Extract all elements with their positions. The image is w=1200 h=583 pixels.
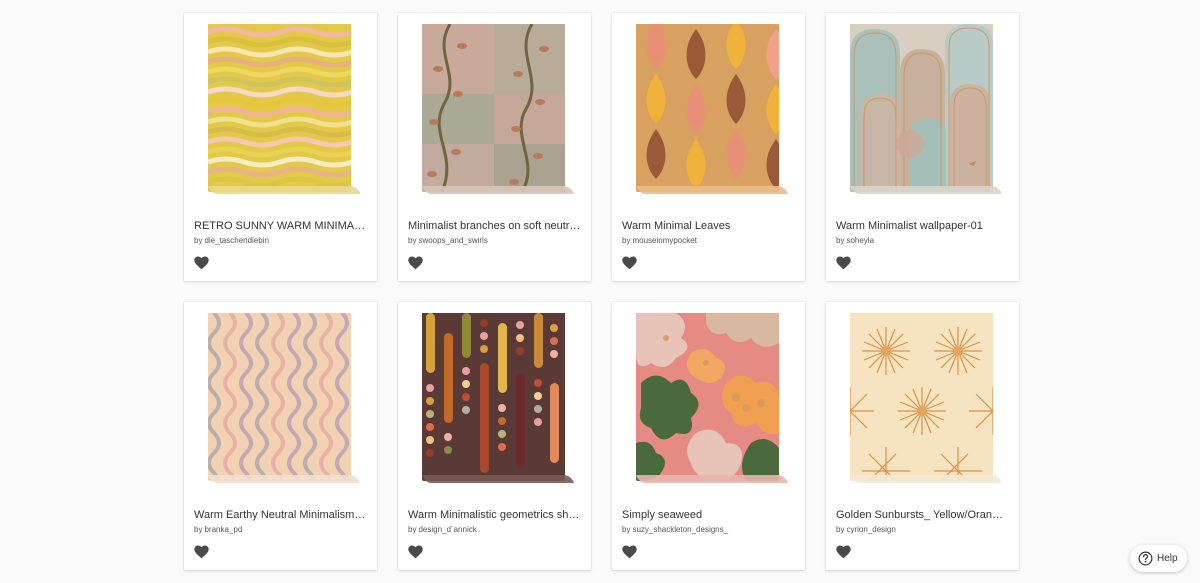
product-card[interactable]: Warm Earthy Neutral Minimalism - waves b… (184, 302, 377, 570)
heart-icon[interactable] (836, 545, 851, 559)
wallpaper-roll-image[interactable] (208, 24, 360, 196)
wallpaper-roll-image[interactable] (850, 24, 1002, 196)
designer-byline: by swoops_and_swirls (408, 236, 581, 246)
designer-link[interactable]: mouseinmypocket (632, 236, 696, 245)
product-title[interactable]: Warm Minimalist wallpaper-01 (836, 220, 1009, 233)
wallpaper-roll-image[interactable] (422, 313, 574, 485)
by-prefix: by (622, 236, 631, 245)
designer-byline: by soheyla (836, 236, 1009, 246)
product-title[interactable]: Minimalist branches on soft neutral patc… (408, 220, 581, 233)
designer-byline: by die_taschendiebin (194, 236, 367, 246)
product-title[interactable]: Warm Minimal Leaves (622, 220, 795, 233)
product-title[interactable]: Golden Sunbursts_ Yellow/Orange _Small (836, 509, 1009, 522)
by-prefix: by (836, 236, 845, 245)
by-prefix: by (836, 525, 845, 534)
wallpaper-roll-image[interactable] (636, 24, 788, 196)
heart-icon[interactable] (408, 545, 423, 559)
product-title[interactable]: RETRO SUNNY WARM MINIMALIST (194, 220, 367, 233)
designer-link[interactable]: suzy_shackleton_designs_ (632, 525, 728, 534)
by-prefix: by (194, 525, 203, 534)
product-card[interactable]: Warm Minimalist wallpaper-01 by soheyla (826, 13, 1019, 281)
designer-byline: by design_d´annick (408, 525, 581, 535)
product-card[interactable]: Warm Minimal Leaves by mouseinmypocket (612, 13, 805, 281)
product-card[interactable]: Golden Sunbursts_ Yellow/Orange _Small b… (826, 302, 1019, 570)
designer-link[interactable]: soheyla (846, 236, 874, 245)
product-card[interactable]: Simply seaweed by suzy_shackleton_designs… (612, 302, 805, 570)
question-circle-icon (1138, 551, 1153, 566)
designer-byline: by mouseinmypocket (622, 236, 795, 246)
by-prefix: by (194, 236, 203, 245)
help-button[interactable]: Help (1130, 545, 1187, 572)
wallpaper-roll-image[interactable] (422, 24, 574, 196)
heart-icon[interactable] (836, 256, 851, 270)
by-prefix: by (622, 525, 631, 534)
product-title[interactable]: Warm Earthy Neutral Minimalism - waves (194, 509, 367, 522)
designer-link[interactable]: design_d´annick (418, 525, 476, 534)
designer-link[interactable]: cyrion_design (846, 525, 895, 534)
heart-icon[interactable] (194, 256, 209, 270)
designer-byline: by suzy_shackleton_designs_ (622, 525, 795, 535)
designer-byline: by branka_pd (194, 525, 367, 535)
heart-icon[interactable] (622, 545, 637, 559)
designer-byline: by cyrion_design (836, 525, 1009, 535)
designer-link[interactable]: die_taschendiebin (204, 236, 269, 245)
product-title[interactable]: Simply seaweed (622, 509, 795, 522)
product-card[interactable]: RETRO SUNNY WARM MINIMALIST by die_tasche… (184, 13, 377, 281)
by-prefix: by (408, 525, 417, 534)
wallpaper-roll-image[interactable] (208, 313, 360, 485)
product-card[interactable]: Warm Minimalistic geometrics shapes by de… (398, 302, 591, 570)
designer-link[interactable]: branka_pd (204, 525, 242, 534)
wallpaper-roll-image[interactable] (636, 313, 788, 485)
product-title[interactable]: Warm Minimalistic geometrics shapes (408, 509, 581, 522)
product-grid: RETRO SUNNY WARM MINIMALIST by die_tasche… (184, 13, 1019, 570)
heart-icon[interactable] (194, 545, 209, 559)
designer-link[interactable]: swoops_and_swirls (418, 236, 487, 245)
help-label: Help (1157, 553, 1178, 564)
heart-icon[interactable] (622, 256, 637, 270)
heart-icon[interactable] (408, 256, 423, 270)
by-prefix: by (408, 236, 417, 245)
product-card[interactable]: Minimalist branches on soft neutral patc… (398, 13, 591, 281)
wallpaper-roll-image[interactable] (850, 313, 1002, 485)
